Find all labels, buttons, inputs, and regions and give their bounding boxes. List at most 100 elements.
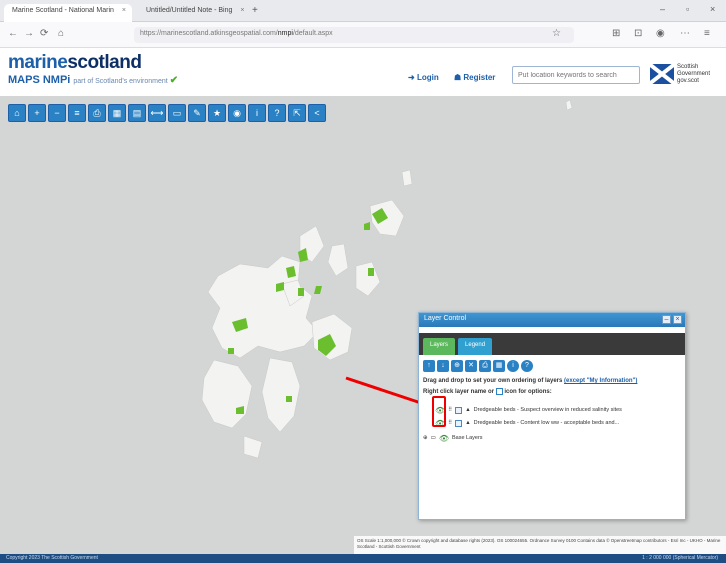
- folder-icon: ▭: [430, 435, 436, 441]
- close-window-icon[interactable]: ×: [710, 4, 715, 14]
- minimize-icon[interactable]: –: [660, 4, 665, 14]
- new-tab-icon[interactable]: +: [252, 5, 258, 16]
- identify-icon[interactable]: ◉: [228, 104, 246, 122]
- home-icon[interactable]: ⌂: [8, 104, 26, 122]
- info-line-2-pre: Right click layer name or: [423, 389, 495, 396]
- reload-icon[interactable]: ⟳: [40, 28, 48, 39]
- info-icon[interactable]: i: [507, 360, 519, 372]
- feature-polygon: [286, 396, 292, 402]
- feature-polygon: [368, 268, 374, 276]
- profile-icon[interactable]: ◉: [656, 28, 665, 39]
- panel-close-icon[interactable]: ×: [673, 315, 682, 324]
- panel-tab-bar: Layers Legend: [419, 333, 685, 355]
- logo-scotland: scotland: [67, 52, 142, 73]
- gov-line-2: Government: [677, 71, 711, 77]
- copyright-text: Copyright 2023 The Scottish Government: [6, 555, 98, 561]
- layer-label[interactable]: Dredgeable beds - Suspect overview in re…: [474, 407, 622, 413]
- layer-checkbox[interactable]: [455, 419, 463, 427]
- layer-type-icon: ▲: [465, 407, 471, 413]
- panel-title: Layer Control: [424, 315, 467, 322]
- url-highlight: nmpi: [277, 30, 293, 37]
- island-mainland: [207, 255, 319, 359]
- help-icon[interactable]: ?: [521, 360, 533, 372]
- base-layers-label[interactable]: Base Layers: [452, 435, 483, 441]
- panel-toolbar: ↑ ↓ ⊕ ✕ ⎙ ▦ i ?: [419, 355, 685, 377]
- island-north-ronaldsay: [401, 169, 413, 187]
- collections-icon[interactable]: ⊞: [612, 28, 620, 39]
- zoom-in-icon[interactable]: +: [28, 104, 46, 122]
- move-up-icon[interactable]: ↑: [423, 360, 435, 372]
- register-link[interactable]: ☗ Register: [454, 73, 495, 82]
- tab-title: Untitled/Untitled Note - Bing: [146, 7, 233, 14]
- register-label: Register: [463, 73, 496, 82]
- login-link[interactable]: ➜ Login: [408, 73, 439, 82]
- layer-drag-icon[interactable]: ⠿: [448, 407, 452, 413]
- panel-minimize-icon[interactable]: –: [662, 315, 671, 324]
- island-shapinsay: [311, 313, 353, 361]
- bookmark-icon[interactable]: ★: [208, 104, 226, 122]
- feature-polygon: [364, 222, 370, 230]
- status-bar: Copyright 2023 The Scottish Government 1…: [0, 554, 726, 563]
- map-attribution: OS Scale 1:1,000,000 © Crown copyright a…: [354, 536, 726, 554]
- collapse-icon[interactable]: <: [308, 104, 326, 122]
- tab-legend[interactable]: Legend: [458, 338, 493, 355]
- tab-layers[interactable]: Layers: [423, 338, 456, 355]
- favorite-icon[interactable]: ☆: [552, 28, 561, 39]
- gov-line-3: gov.scot: [677, 78, 699, 84]
- panel-instructions: Drag and drop to set your own ordering o…: [419, 377, 685, 396]
- expand-icon[interactable]: ⊕: [423, 435, 428, 441]
- layer-drag-icon[interactable]: ⠿: [448, 420, 452, 426]
- browser-tab-note[interactable]: Untitled/Untitled Note - Bing ×: [138, 4, 248, 22]
- layer-checkbox[interactable]: [455, 406, 463, 414]
- forward-icon[interactable]: →: [24, 28, 34, 39]
- feature-polygon: [298, 288, 304, 296]
- measure-icon[interactable]: ⟷: [148, 104, 166, 122]
- layers-icon[interactable]: ≡: [68, 104, 86, 122]
- print-icon[interactable]: ⎙: [479, 360, 491, 372]
- site-logo[interactable]: marinescotland: [8, 52, 142, 74]
- layer-row[interactable]: 👁 ⠿ ▲ Dredgeable beds - Suspect overview…: [435, 405, 622, 415]
- zoom-out-icon[interactable]: −: [48, 104, 66, 122]
- split-screen-icon[interactable]: ⊡: [634, 28, 642, 39]
- table-icon[interactable]: ▦: [108, 104, 126, 122]
- move-down-icon[interactable]: ↓: [437, 360, 449, 372]
- back-icon[interactable]: ←: [8, 28, 18, 39]
- select-icon[interactable]: ▭: [168, 104, 186, 122]
- menu-icon[interactable]: ≡: [704, 28, 710, 39]
- info-icon[interactable]: i: [248, 104, 266, 122]
- layer-row[interactable]: 👁 ⠿ ▲ Dredgeable beds - Content low ww -…: [435, 418, 619, 428]
- close-icon[interactable]: ×: [240, 7, 244, 14]
- panel-title-bar[interactable]: Layer Control – ×: [419, 313, 685, 327]
- base-layers-row[interactable]: ⊕ ▭ 👁 Base Layers: [423, 433, 483, 443]
- print-icon[interactable]: ⎙: [88, 104, 106, 122]
- location-search-input[interactable]: [512, 66, 640, 84]
- island-hoy: [201, 359, 253, 429]
- add-layer-icon[interactable]: ⊕: [451, 360, 463, 372]
- info-line-2-post: icon for options:: [504, 389, 552, 396]
- table-icon[interactable]: ▦: [493, 360, 505, 372]
- layer-control-panel[interactable]: Layer Control – × Layers Legend ↑ ↓ ⊕ ✕ …: [418, 312, 686, 520]
- grid-icon[interactable]: ▤: [128, 104, 146, 122]
- restore-icon[interactable]: ▫: [686, 4, 689, 14]
- logo-subtitle: MAPS NMPi part of Scotland's environment ✔: [8, 74, 178, 86]
- layer-label[interactable]: Dredgeable beds - Content low ww - accep…: [474, 420, 620, 426]
- scottish-government-logo[interactable]: Scottish Government gov.scot: [677, 64, 710, 85]
- tab-title: Marine Scotland - National Marin: [12, 7, 114, 14]
- close-icon[interactable]: ×: [122, 7, 126, 14]
- login-label: Login: [416, 73, 439, 82]
- share-icon[interactable]: ⇱: [288, 104, 306, 122]
- feature-polygon: [228, 348, 234, 354]
- more-icon[interactable]: ⋯: [680, 28, 690, 39]
- annotation-highlight-box: [432, 396, 446, 427]
- help-icon[interactable]: ?: [268, 104, 286, 122]
- draw-icon[interactable]: ✎: [188, 104, 206, 122]
- check-icon: ✔: [169, 75, 179, 86]
- home-icon[interactable]: ⌂: [58, 28, 64, 39]
- remove-layer-icon[interactable]: ✕: [465, 360, 477, 372]
- address-bar[interactable]: https://marinescotland.atkinsgeospatial.…: [134, 27, 574, 43]
- browser-tab-marine-scotland[interactable]: Marine Scotland - National Marin ×: [4, 4, 132, 22]
- island-south-ronaldsay: [261, 357, 301, 433]
- visibility-eye-icon[interactable]: 👁: [439, 434, 449, 443]
- browser-tab-bar: Marine Scotland - National Marin × Untit…: [0, 0, 726, 22]
- my-information-link[interactable]: (except "My Information"): [564, 378, 637, 384]
